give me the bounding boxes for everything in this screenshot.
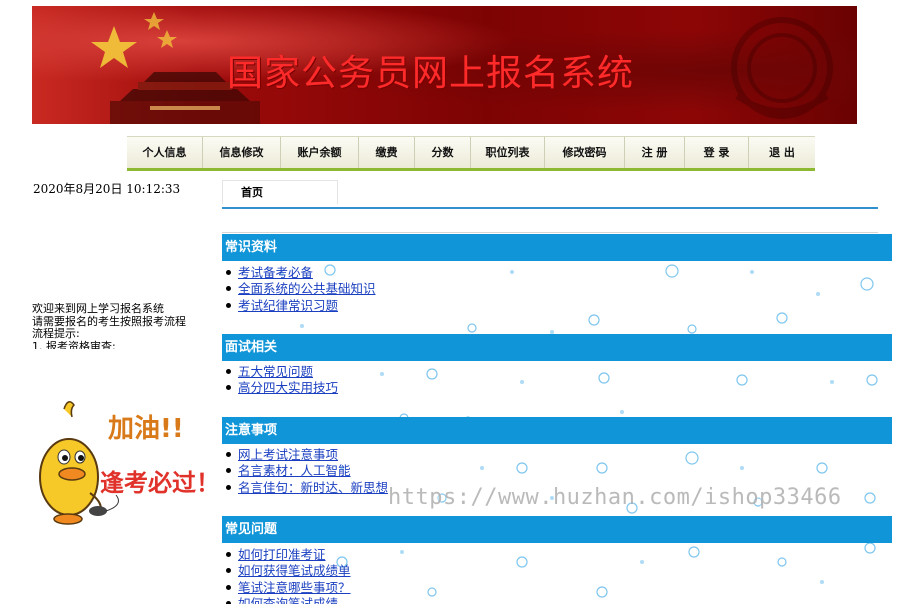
list-item: 笔试注意哪些事项？ (226, 580, 351, 596)
nav-item-payment[interactable]: 缴费 (359, 137, 415, 168)
welcome-line: 1. 报考资格审查: (32, 339, 116, 349)
article-link[interactable]: 高分四大实用技巧 (238, 380, 338, 395)
nav-item-logout[interactable]: 退 出 (749, 137, 815, 168)
link-list: 考试备考必备 全面系统的公共基础知识 考试纪律常识习题 (226, 265, 376, 314)
section-header-interview: 面试相关 (222, 334, 892, 361)
bullet-icon (226, 302, 231, 308)
watermark-text: https://www.huzhan.com/ishop33466 (388, 485, 842, 510)
nav-item-login[interactable]: 登 录 (685, 137, 749, 168)
list-item: 网上考试注意事项 (226, 447, 388, 463)
section-header-notices: 注意事项 (222, 417, 892, 444)
list-item: 考试纪律常识习题 (226, 298, 376, 314)
article-link[interactable]: 如何打印准考证 (238, 547, 326, 562)
bullet-icon (226, 286, 231, 292)
bullet-icon (226, 552, 231, 557)
article-link[interactable]: 如何获得笔试成绩单 (238, 563, 351, 578)
bullet-icon (226, 468, 231, 474)
list-item: 如何查询笔试成绩 (226, 596, 351, 604)
article-link[interactable]: 考试备考必备 (238, 265, 313, 280)
list-item: 名言素材：人工智能 (226, 463, 388, 479)
mascot-text-top: 加油!! (108, 414, 184, 444)
nav-item-change-password[interactable]: 修改密码 (545, 137, 625, 168)
flag-star-icon (157, 30, 177, 48)
flag-star-icon (144, 12, 164, 30)
nav-item-edit-info[interactable]: 信息修改 (203, 137, 281, 168)
article-link[interactable]: 全面系统的公共基础知识 (238, 281, 376, 296)
list-item: 如何获得笔试成绩单 (226, 563, 351, 579)
tab-bar: 首页 (222, 180, 878, 209)
section-header-faq: 常见问题 (222, 516, 892, 543)
article-link[interactable]: 名言素材：人工智能 (238, 463, 351, 478)
nav-item-balance[interactable]: 账户余额 (281, 137, 359, 168)
bullet-icon (226, 270, 231, 275)
section-header-common-knowledge: 常识资料 (222, 234, 892, 261)
article-link[interactable]: 五大常见问题 (238, 364, 313, 379)
top-nav: 个人信息 信息修改 账户余额 缴费 分数 职位列表 修改密码 注 册 登 录 退… (127, 136, 815, 171)
link-list: 如何打印准考证 如何获得笔试成绩单 笔试注意哪些事项？ 如何查询笔试成绩 (226, 547, 351, 604)
link-list: 网上考试注意事项 名言素材：人工智能 名言佳句：新时达、新思想 (226, 447, 388, 496)
nav-item-scores[interactable]: 分数 (415, 137, 471, 168)
nav-item-profile[interactable]: 个人信息 (127, 137, 203, 168)
bullet-icon (226, 369, 231, 374)
welcome-line: 欢迎来到网上学习报名系统 (32, 303, 164, 315)
link-list: 五大常见问题 高分四大实用技巧 (226, 364, 338, 397)
list-item: 如何打印准考证 (226, 547, 351, 563)
bullet-icon (226, 452, 231, 457)
nav-item-positions[interactable]: 职位列表 (471, 137, 545, 168)
current-datetime: 2020年8月20日 10:12:33 (33, 182, 181, 196)
bullet-icon (226, 484, 231, 490)
welcome-line: 流程提示: (32, 327, 80, 340)
bullet-icon (226, 600, 231, 604)
list-item: 全面系统的公共基础知识 (226, 281, 376, 297)
mascot-text-bottom: 逢考必过！ (100, 469, 204, 497)
bullet-icon (226, 385, 231, 391)
list-item: 高分四大实用技巧 (226, 380, 338, 396)
header-banner: 国家公务员网上报名系统 (32, 6, 857, 124)
welcome-notice: 欢迎来到网上学习报名系统 请需要报名的考生按照报考流程 流程提示: 1. 报考资… (32, 303, 200, 349)
list-item: 考试备考必备 (226, 265, 376, 281)
nav-item-register[interactable]: 注 册 (625, 137, 685, 168)
article-link[interactable]: 考试纪律常识习题 (238, 298, 338, 313)
article-link[interactable]: 如何查询笔试成绩 (238, 596, 338, 604)
cheer-mascot-image: 加油!! 逢考必过！ (39, 401, 204, 525)
emblem-icon (731, 17, 833, 119)
bullet-icon (226, 568, 231, 574)
site-title: 国家公务员网上报名系统 (227, 53, 635, 94)
article-link[interactable]: 网上考试注意事项 (238, 447, 338, 462)
bullet-icon (226, 584, 231, 590)
article-link[interactable]: 笔试注意哪些事项？ (238, 580, 351, 595)
article-link[interactable]: 名言佳句：新时达、新思想 (238, 480, 388, 495)
list-item: 名言佳句：新时达、新思想 (226, 480, 388, 496)
tab-home[interactable]: 首页 (222, 180, 338, 204)
list-item: 五大常见问题 (226, 364, 338, 380)
flag-star-icon (91, 26, 137, 68)
